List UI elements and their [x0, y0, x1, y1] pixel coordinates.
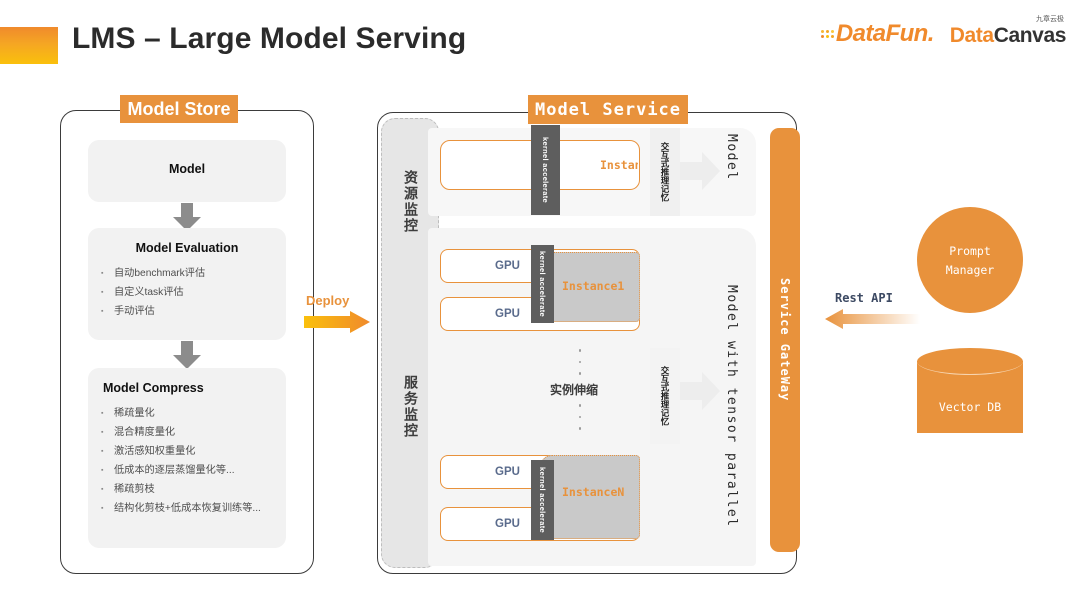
rest-api-arrow-icon — [825, 309, 920, 329]
list-item: 自动benchmark评估 — [100, 264, 278, 283]
service-gateway: Service GateWay — [770, 128, 800, 552]
list-item: 混合精度量化 — [100, 423, 278, 442]
model-card: Model — [88, 140, 286, 202]
instance-label: Instance1 — [562, 279, 625, 293]
datacanvas-logo: Data Canvas 九章云极 — [949, 16, 1067, 47]
list-item: 稀疏剪枝 — [100, 480, 278, 499]
kernel-accelerate-bar: kernel accelerate — [531, 245, 554, 323]
memory-chip-bottom: 交互式推理记忆 — [650, 348, 680, 444]
memory-label: 交互式推理记忆 — [660, 142, 670, 202]
deploy-label: Deploy — [306, 293, 350, 308]
flow-arrow-icon — [680, 152, 720, 190]
prompt-manager-line2: Manager — [945, 262, 995, 277]
memory-label: 交互式推理记忆 — [660, 366, 670, 426]
list-item: 激活感知权重量化 — [100, 442, 278, 461]
gpu-label: GPU — [495, 466, 520, 478]
datacanvas-logo-canvas: Canvas — [993, 24, 1067, 47]
instance-label: Instance — [600, 158, 638, 172]
vector-db-label: Vector DB — [938, 400, 1002, 414]
datacanvas-logo-cn: 九章云极 — [1036, 16, 1064, 23]
down-arrow-icon — [173, 341, 201, 369]
prompt-manager-node: Prompt Manager — [917, 207, 1023, 313]
deploy-arrow-icon — [304, 311, 370, 333]
flow-arrow-icon — [680, 372, 720, 410]
model-evaluation-bullets: 自动benchmark评估 自定义task评估 手动评估 — [100, 264, 278, 321]
kernel-accelerate-bar: kernel accelerate — [531, 460, 554, 540]
vector-db-node: Vector DB — [917, 348, 1023, 446]
model-evaluation-card: Model Evaluation 自动benchmark评估 自定义task评估… — [88, 228, 286, 340]
service-gateway-label: Service GateWay — [778, 278, 792, 402]
resource-monitor-label: 资源监控 — [403, 170, 419, 234]
model-compress-card: Model Compress 稀疏量化 混合精度量化 激活感知权重量化 低成本的… — [88, 368, 286, 548]
scale-dots-upper — [578, 349, 582, 375]
list-item: 稀疏量化 — [100, 404, 278, 423]
down-arrow-icon — [173, 203, 201, 231]
datafun-logo-text: DataFun. — [835, 20, 934, 47]
list-item: 结构化剪枝+低成本恢复训练等... — [100, 499, 278, 518]
kernel-accelerate-label: kernel accelerate — [538, 251, 547, 317]
kernel-accelerate-label: kernel accelerate — [541, 137, 550, 203]
instance-scale-label: 实例伸缩 — [550, 383, 599, 397]
tensor-region-label: Model with tensor parallel — [724, 285, 739, 528]
title-accent-bar — [0, 27, 58, 64]
gpu-label: GPU — [495, 260, 520, 272]
cylinder-top — [917, 348, 1023, 375]
model-compress-bullets: 稀疏量化 混合精度量化 激活感知权重量化 低成本的逐层蒸馏量化等... 稀疏剪枝… — [100, 404, 278, 518]
instance-label: InstanceN — [562, 485, 625, 499]
model-store-tab-label: Model Store — [120, 95, 238, 123]
prompt-manager-line1: Prompt — [949, 243, 991, 258]
rest-api-label: Rest API — [835, 291, 893, 305]
model-compress-title: Model Compress — [103, 381, 204, 395]
datafun-logo: DataFun. — [820, 20, 934, 47]
scale-dots-lower — [578, 404, 582, 430]
list-item: 手动评估 — [100, 302, 278, 321]
gpu-label: GPU — [495, 308, 520, 320]
datacanvas-logo-data: Data — [949, 24, 994, 47]
kernel-accelerate-bar: kernel accelerate — [531, 125, 560, 215]
model-evaluation-title: Model Evaluation — [135, 241, 239, 255]
gpu-label: GPU — [495, 518, 520, 530]
kernel-accelerate-label: kernel accelerate — [538, 467, 547, 533]
model-card-title: Model — [168, 162, 206, 176]
model-service-tab-label: Model Service — [528, 95, 688, 124]
list-item: 低成本的逐层蒸馏量化等... — [100, 461, 278, 480]
service-monitor-label: 服务监控 — [403, 375, 419, 439]
list-item: 自定义task评估 — [100, 283, 278, 302]
logo-row: DataFun. Data Canvas 九章云极 — [820, 16, 1067, 47]
model-region-label: Model — [724, 134, 739, 181]
memory-chip-top: 交互式推理记忆 — [650, 128, 680, 216]
datafun-dots-icon — [820, 30, 834, 38]
page-title: LMS – Large Model Serving — [72, 22, 467, 55]
